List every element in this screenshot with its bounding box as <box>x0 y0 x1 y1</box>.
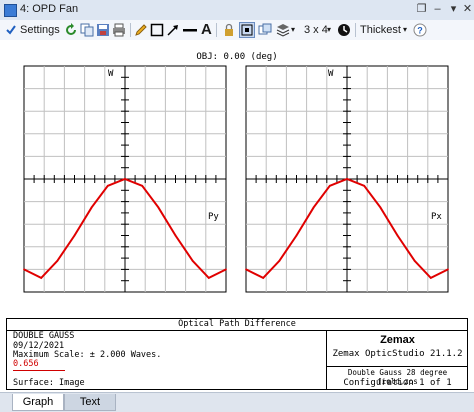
window-title: 4: OPD Fan <box>20 3 79 15</box>
opd-data-point <box>396 234 399 237</box>
left-fan-plot <box>23 65 227 293</box>
opd-data-point <box>346 178 348 180</box>
clone-window-icon[interactable] <box>258 23 272 37</box>
opd-data-point <box>157 206 160 209</box>
product-version: Zemax OpticStudio 21.1.2 <box>332 349 463 359</box>
app-icon <box>4 4 17 17</box>
opd-data-point <box>245 268 247 271</box>
layout-grid-icon[interactable] <box>239 22 255 38</box>
opd-data-point <box>174 234 177 237</box>
opd-data-point <box>40 276 43 279</box>
tab-graph[interactable]: Graph <box>12 394 64 411</box>
info-company-block: Zemax Zemax OpticStudio 21.1.2 Double Ga… <box>326 330 468 389</box>
copy-icon[interactable] <box>80 23 94 37</box>
pin-icon[interactable]: ▾ <box>446 2 461 17</box>
help-icon[interactable]: ? <box>413 23 427 37</box>
title-bar: 4: OPD Fan ❐ – ▾ ✕ <box>0 0 474 21</box>
opd-data-point <box>363 184 366 187</box>
opd-fan-chart <box>23 65 449 293</box>
opd-data-point <box>413 260 416 262</box>
opd-data-point <box>262 276 265 279</box>
tab-text[interactable]: Text <box>64 394 116 411</box>
settings-button[interactable]: Settings <box>20 22 60 38</box>
line-icon[interactable] <box>183 23 197 37</box>
left-y-axis-label: W <box>108 69 114 79</box>
opd-data-point <box>278 260 281 262</box>
layers-icon[interactable] <box>276 23 290 37</box>
auto-update-icon[interactable] <box>337 23 351 37</box>
opd-data-point <box>141 184 144 187</box>
opd-data-point <box>328 184 331 187</box>
opd-data-point <box>191 260 194 262</box>
opd-data-point <box>124 178 126 180</box>
restore-icon[interactable]: ❐ <box>414 2 429 17</box>
tab-bar: Graph Text <box>0 392 474 412</box>
line-width-dropdown[interactable]: Thickest <box>360 22 401 38</box>
info-lens-details: DOUBLE GAUSS 09/12/2021 Maximum Scale: ±… <box>13 331 161 361</box>
opd-data-point <box>23 268 25 271</box>
opd-data-point <box>429 276 432 279</box>
rms-legend-line <box>13 370 65 371</box>
right-y-axis-label: W <box>328 69 334 79</box>
refresh-icon[interactable] <box>64 23 78 37</box>
pencil-icon[interactable] <box>134 23 148 37</box>
surface-label: Surface: Image <box>13 378 85 388</box>
opd-data-point <box>90 206 93 209</box>
opd-data-point <box>295 234 298 237</box>
rms-value: 0.656 <box>13 359 39 369</box>
save-icon[interactable] <box>96 23 110 37</box>
text-tool-icon[interactable]: A <box>201 22 212 38</box>
right-fan-plot <box>245 65 449 293</box>
layout-dropdown[interactable]: 3 x 4 <box>304 22 328 38</box>
minimize-icon[interactable]: – <box>430 2 445 17</box>
toolbar-separator <box>130 23 131 37</box>
layers-dropdown-icon[interactable]: ▾ <box>291 22 295 38</box>
line-width-dropdown-arrow-icon[interactable]: ▾ <box>403 22 407 38</box>
print-icon[interactable] <box>112 23 126 37</box>
left-x-axis-label: Py <box>208 212 219 222</box>
lock-icon[interactable] <box>222 23 236 37</box>
svg-text:?: ? <box>417 26 423 36</box>
opd-data-point <box>447 268 449 271</box>
opd-data-point <box>207 276 210 279</box>
opd-data-point <box>106 184 109 187</box>
opd-data-point <box>312 206 315 209</box>
rectangle-icon[interactable] <box>150 23 164 37</box>
close-icon[interactable]: ✕ <box>460 2 474 17</box>
opd-data-point <box>56 260 59 262</box>
settings-check-icon[interactable] <box>4 23 18 37</box>
opd-data-point <box>379 206 382 209</box>
layout-dropdown-arrow-icon[interactable]: ▾ <box>327 22 331 38</box>
toolbar: Settings A ▾ 3 x 4 ▾ Thickest ▾ ? <box>0 20 474 41</box>
right-x-axis-label: Px <box>431 212 442 222</box>
configuration-label: Configuration 1 of 1 <box>343 378 452 388</box>
toolbar-separator <box>355 23 356 37</box>
company-name: Zemax <box>380 334 415 346</box>
opd-data-point <box>225 268 227 271</box>
arrow-icon[interactable] <box>166 23 180 37</box>
info-divider <box>327 366 468 367</box>
info-box: Optical Path Difference DOUBLE GAUSS 09/… <box>6 318 468 390</box>
opd-data-point <box>73 234 76 237</box>
toolbar-separator <box>216 23 217 37</box>
